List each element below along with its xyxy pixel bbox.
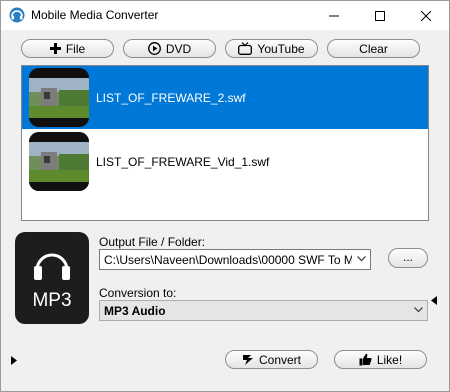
app-window: Mobile Media Converter File DVD YouTube … bbox=[0, 0, 450, 392]
close-icon bbox=[421, 10, 431, 21]
youtube-button[interactable]: YouTube bbox=[225, 39, 318, 58]
like-button-label: Like! bbox=[376, 352, 403, 367]
video-thumbnail bbox=[29, 132, 89, 191]
maximize-button[interactable] bbox=[357, 1, 403, 30]
conversion-label: Conversion to: bbox=[99, 286, 177, 300]
collapse-panel-icon[interactable] bbox=[431, 296, 437, 305]
window-title: Mobile Media Converter bbox=[31, 8, 159, 22]
minimize-icon bbox=[329, 15, 339, 16]
app-icon bbox=[9, 7, 25, 23]
maximize-icon bbox=[375, 10, 385, 21]
youtube-button-label: YouTube bbox=[257, 41, 305, 56]
like-button[interactable]: Like! bbox=[334, 350, 427, 369]
play-circle-icon bbox=[147, 42, 161, 55]
conversion-select[interactable]: MP3 Audio bbox=[99, 300, 428, 321]
chevron-down-icon bbox=[414, 307, 423, 313]
chevron-down-icon bbox=[357, 256, 366, 262]
close-button[interactable] bbox=[403, 1, 449, 30]
output-path-combobox[interactable]: C:\Users\Naveen\Downloads\00000 SWF To M… bbox=[99, 249, 371, 270]
file-list[interactable]: LIST_OF_FREWARE_2.swf LIST_OF_FREWARE_Vi… bbox=[21, 65, 429, 221]
title-bar[interactable]: Mobile Media Converter bbox=[1, 1, 449, 30]
format-label: MP3 bbox=[32, 290, 72, 311]
convert-button[interactable]: Convert bbox=[225, 350, 318, 369]
plus-icon bbox=[49, 43, 61, 54]
dvd-button[interactable]: DVD bbox=[123, 39, 216, 58]
add-file-button[interactable]: File bbox=[21, 39, 114, 58]
output-folder-label: Output File / Folder: bbox=[99, 235, 206, 249]
headphones-icon bbox=[34, 253, 70, 280]
output-format-tile[interactable]: MP3 bbox=[15, 232, 89, 324]
video-thumbnail bbox=[29, 68, 89, 127]
convert-icon bbox=[242, 354, 253, 365]
expand-panel-icon[interactable] bbox=[11, 356, 17, 365]
file-name: LIST_OF_FREWARE_Vid_1.swf bbox=[96, 155, 270, 169]
clear-button[interactable]: Clear bbox=[327, 39, 420, 58]
conversion-value: MP3 Audio bbox=[104, 304, 166, 318]
dvd-button-label: DVD bbox=[165, 41, 192, 56]
browse-button[interactable]: ... bbox=[388, 248, 428, 268]
file-list-item[interactable]: LIST_OF_FREWARE_2.swf bbox=[22, 66, 428, 129]
minimize-button[interactable] bbox=[311, 1, 357, 30]
file-name: LIST_OF_FREWARE_2.swf bbox=[96, 91, 246, 105]
clear-button-label: Clear bbox=[359, 41, 388, 56]
output-path-value: C:\Users\Naveen\Downloads\00000 SWF To M… bbox=[104, 253, 352, 267]
thumbs-up-icon bbox=[359, 353, 372, 366]
file-button-label: File bbox=[65, 41, 86, 56]
tv-icon bbox=[238, 42, 253, 55]
file-list-item[interactable]: LIST_OF_FREWARE_Vid_1.swf bbox=[22, 130, 428, 193]
convert-button-label: Convert bbox=[258, 352, 302, 367]
